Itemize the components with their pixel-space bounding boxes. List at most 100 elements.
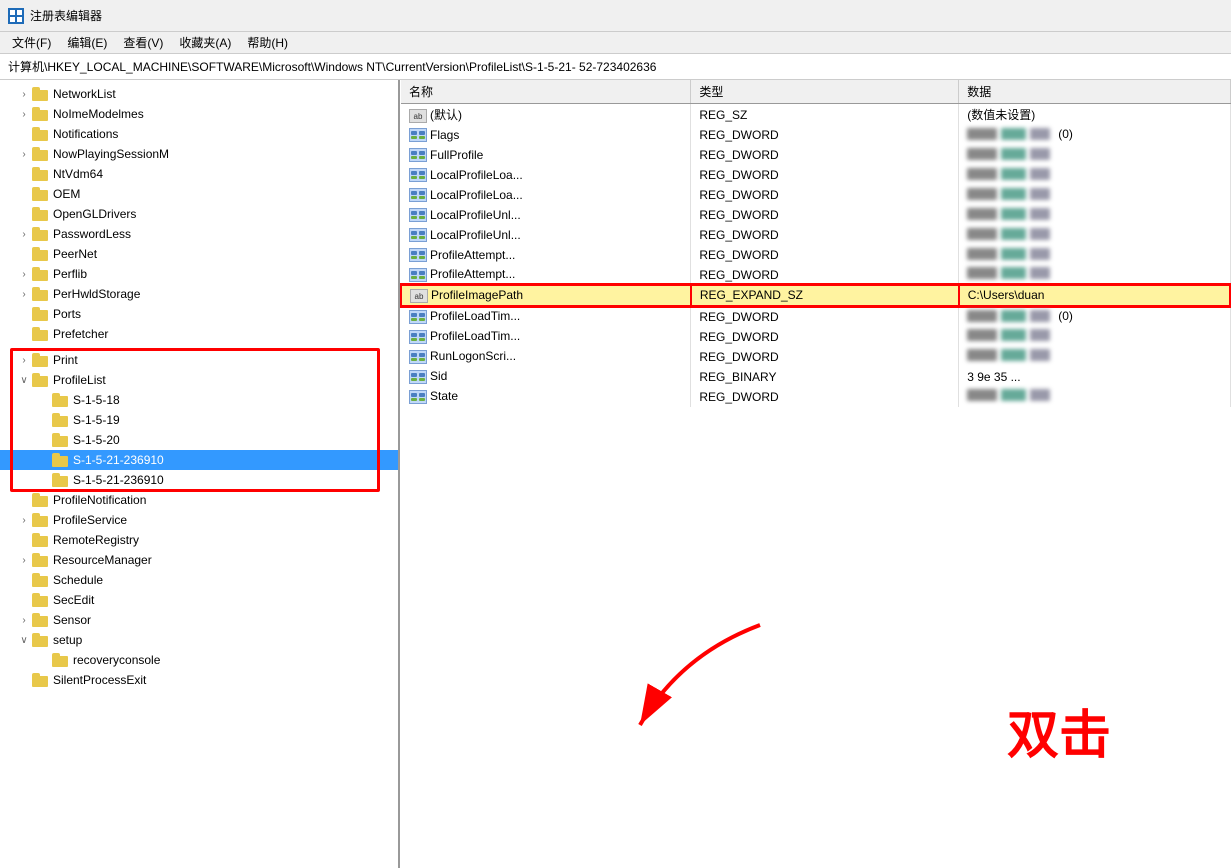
folder-icon (32, 353, 50, 367)
value-name: ProfileLoadTim... (401, 327, 691, 347)
value-name: LocalProfileUnl... (401, 205, 691, 225)
folder-icon (32, 207, 50, 221)
tree-item[interactable]: ProfileNotification (0, 490, 398, 510)
folder-icon (32, 287, 50, 301)
value-data (959, 327, 1230, 347)
folder-icon (32, 87, 50, 101)
address-bar: 计算机\HKEY_LOCAL_MACHINE\SOFTWARE\Microsof… (0, 54, 1231, 80)
tree-item[interactable]: ∨ setup (0, 630, 398, 650)
tree-label: setup (53, 633, 82, 647)
tree-item[interactable]: recoveryconsole (0, 650, 398, 670)
tree-item[interactable]: ›ResourceManager (0, 550, 398, 570)
tree-item[interactable]: ›ProfileService (0, 510, 398, 530)
menu-help[interactable]: 帮助(H) (239, 32, 296, 53)
tree-item[interactable]: ›Print (0, 350, 398, 370)
tree-item[interactable]: S-1-5-21-236910 (0, 470, 398, 490)
tree-item[interactable]: ›Perflib (0, 264, 398, 284)
tree-item[interactable]: PeerNet (0, 244, 398, 264)
value-name: ProfileAttempt... (401, 245, 691, 265)
table-row[interactable]: RunLogonScri...REG_DWORD (401, 347, 1230, 367)
tree-item[interactable]: S-1-5-19 (0, 410, 398, 430)
reg-dword-icon (409, 310, 427, 324)
tree-item[interactable]: Schedule (0, 570, 398, 590)
value-name: abProfileImagePath (401, 285, 691, 306)
value-name: RunLogonScri... (401, 347, 691, 367)
tree-item[interactable]: ›Sensor (0, 610, 398, 630)
tree-item[interactable]: S-1-5-21-236910 (0, 450, 398, 470)
app-icon (8, 8, 24, 24)
tree-label: Print (53, 353, 78, 367)
menu-favorites[interactable]: 收藏夹(A) (171, 32, 239, 53)
tree-item[interactable]: ›PerHwldStorage (0, 284, 398, 304)
reg-dword-icon (409, 228, 427, 242)
tree-item[interactable]: S-1-5-20 (0, 430, 398, 450)
table-row[interactable]: LocalProfileLoa...REG_DWORD (401, 165, 1230, 185)
tree-label: ResourceManager (53, 553, 152, 567)
tree-label: recoveryconsole (73, 653, 160, 667)
tree-label: Ports (53, 307, 81, 321)
values-panel: 名称 类型 数据 ab(默认)REG_SZ(数值未设置) FlagsREG_DW… (400, 80, 1231, 868)
folder-icon (32, 127, 50, 141)
table-row[interactable]: SidREG_BINARY3 9e 35 ... (401, 367, 1230, 387)
value-type: REG_DWORD (691, 205, 959, 225)
tree-item[interactable]: Prefetcher (0, 324, 398, 344)
reg-dword-icon (409, 128, 427, 142)
tree-label: SilentProcessExit (53, 673, 146, 687)
value-type: REG_DWORD (691, 265, 959, 285)
tree-item[interactable]: RemoteRegistry (0, 530, 398, 550)
tree-item[interactable]: ›PasswordLess (0, 224, 398, 244)
value-data: C:\Users\duan (959, 285, 1230, 306)
value-type: REG_DWORD (691, 306, 959, 327)
table-row[interactable]: ProfileLoadTim...REG_DWORD(0) (401, 306, 1230, 327)
tree-item[interactable]: OpenGLDrivers (0, 204, 398, 224)
tree-item[interactable]: Ports (0, 304, 398, 324)
tree-label: Schedule (53, 573, 103, 587)
col-name: 名称 (401, 80, 691, 104)
value-type: REG_DWORD (691, 245, 959, 265)
tree-panel[interactable]: ›NetworkList›NoImeModelmesNotifications›… (0, 80, 400, 868)
menu-file[interactable]: 文件(F) (4, 32, 59, 53)
tree-item[interactable]: SilentProcessExit (0, 670, 398, 690)
tree-item[interactable]: S-1-5-18 (0, 390, 398, 410)
table-row[interactable]: ProfileAttempt...REG_DWORD (401, 265, 1230, 285)
table-row[interactable]: ab(默认)REG_SZ(数值未设置) (401, 104, 1230, 126)
menu-view[interactable]: 查看(V) (115, 32, 171, 53)
folder-icon (32, 307, 50, 321)
value-data (959, 265, 1230, 285)
reg-dword-icon (409, 268, 427, 282)
table-row[interactable]: LocalProfileUnl...REG_DWORD (401, 225, 1230, 245)
table-row[interactable]: FlagsREG_DWORD(0) (401, 125, 1230, 145)
table-row[interactable]: ProfileLoadTim...REG_DWORD (401, 327, 1230, 347)
tree-item[interactable]: ›NowPlayingSessionM (0, 144, 398, 164)
tree-item[interactable]: OEM (0, 184, 398, 204)
value-name: LocalProfileLoa... (401, 185, 691, 205)
tree-arrow: › (16, 269, 32, 280)
title-bar: 注册表编辑器 (0, 0, 1231, 32)
folder-icon (32, 147, 50, 161)
reg-dword-icon (409, 390, 427, 404)
tree-label: NetworkList (53, 87, 116, 101)
folder-icon (32, 187, 50, 201)
tree-arrow: ∨ (16, 635, 32, 646)
tree-label: Notifications (53, 127, 118, 141)
table-row[interactable]: ProfileAttempt...REG_DWORD (401, 245, 1230, 265)
menu-edit[interactable]: 编辑(E) (59, 32, 115, 53)
tree-label: PeerNet (53, 247, 97, 261)
table-row[interactable]: StateREG_DWORD (401, 387, 1230, 407)
tree-item[interactable]: ∨ProfileList (0, 370, 398, 390)
reg-ab-icon: ab (410, 289, 428, 303)
tree-label: SecEdit (53, 593, 94, 607)
table-row[interactable]: LocalProfileUnl...REG_DWORD (401, 205, 1230, 225)
value-data (959, 205, 1230, 225)
reg-dword-icon (409, 330, 427, 344)
tree-item[interactable]: SecEdit (0, 590, 398, 610)
table-row[interactable]: LocalProfileLoa...REG_DWORD (401, 185, 1230, 205)
tree-item[interactable]: ›NoImeModelmes (0, 104, 398, 124)
tree-item[interactable]: NtVdm64 (0, 164, 398, 184)
tree-label: ProfileService (53, 513, 127, 527)
tree-item[interactable]: Notifications (0, 124, 398, 144)
table-row[interactable]: abProfileImagePathREG_EXPAND_SZC:\Users\… (401, 285, 1230, 306)
tree-item[interactable]: ›NetworkList (0, 84, 398, 104)
table-row[interactable]: FullProfileREG_DWORD (401, 145, 1230, 165)
folder-icon (32, 613, 50, 627)
